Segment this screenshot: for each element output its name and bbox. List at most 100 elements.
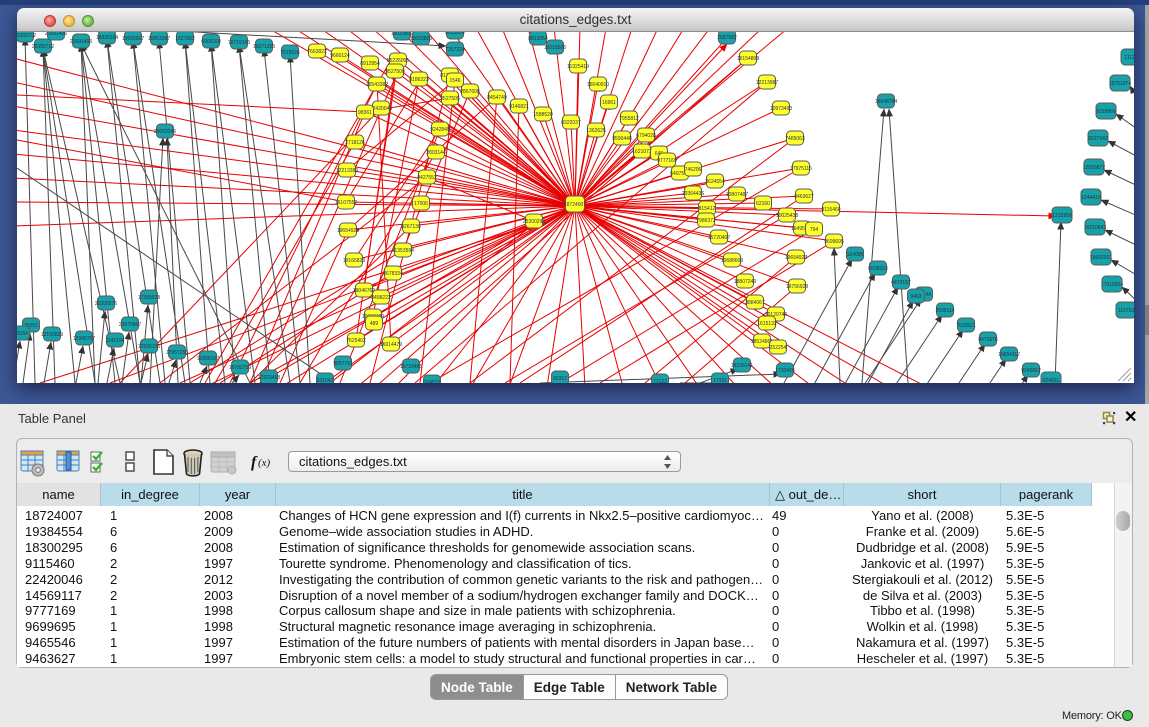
svg-text:9590448: 9590448 (612, 136, 632, 142)
svg-text:116753: 116753 (1118, 308, 1134, 314)
svg-text:7625402: 7625402 (346, 338, 366, 344)
svg-text:1621072: 1621072 (632, 149, 652, 155)
svg-text:16154808: 16154808 (737, 56, 759, 62)
svg-text:16648784: 16648784 (875, 99, 897, 105)
svg-text:20355712: 20355712 (32, 44, 54, 50)
svg-text:15720407: 15720407 (708, 235, 730, 241)
svg-text:19166829: 19166829 (343, 258, 365, 264)
svg-text:924561: 924561 (1043, 378, 1060, 383)
svg-text:15716485: 15716485 (400, 364, 422, 370)
svg-text:3624554: 3624554 (705, 179, 725, 185)
svg-text:2935114: 2935114 (935, 308, 954, 314)
svg-text:f: f (251, 454, 258, 471)
svg-text:9857791: 9857791 (333, 361, 353, 367)
svg-text:9146821: 9146821 (509, 104, 529, 110)
svg-text:17975115: 17975115 (790, 166, 812, 172)
svg-text:9115460: 9115460 (821, 207, 840, 213)
svg-text:2867608: 2867608 (460, 89, 480, 95)
svg-text:12213389: 12213389 (336, 168, 358, 174)
svg-text:12942757: 12942757 (73, 336, 95, 342)
svg-text:2803144: 2803144 (426, 150, 446, 156)
svg-text:2718126: 2718126 (345, 140, 365, 146)
svg-text:7357224: 7357224 (445, 47, 465, 53)
svg-text:(x): (x) (258, 457, 271, 469)
svg-text:12505135: 12505135 (138, 344, 160, 350)
svg-text:1527602: 1527602 (175, 36, 195, 42)
svg-text:15751074: 15751074 (1109, 81, 1131, 87)
svg-text:9660124: 9660124 (330, 53, 350, 59)
svg-text:12156829: 12156829 (41, 332, 63, 338)
svg-text:104522: 104522 (424, 380, 441, 383)
svg-text:8938923: 8938923 (868, 266, 888, 272)
svg-text:7663822: 7663822 (307, 49, 327, 55)
svg-text:12213987: 12213987 (756, 80, 778, 86)
svg-text:16543382: 16543382 (366, 82, 388, 88)
svg-text:20355712: 20355712 (17, 33, 36, 39)
svg-text:12923468: 12923468 (258, 375, 280, 381)
svg-text:16033809: 16033809 (410, 36, 432, 42)
svg-text:10654112: 10654112 (998, 352, 1020, 358)
svg-text:1546: 1546 (449, 78, 460, 84)
svg-text:18839194: 18839194 (96, 35, 118, 41)
svg-text:98361: 98361 (358, 110, 372, 116)
svg-text:489: 489 (370, 321, 379, 327)
svg-text:15136141: 15136141 (731, 363, 753, 369)
svg-text:164095: 164095 (847, 252, 864, 258)
svg-text:18807249: 18807249 (734, 279, 756, 285)
svg-text:16914479: 16914479 (380, 342, 402, 348)
svg-text:7515526: 7515526 (280, 50, 300, 56)
svg-text:9463: 9463 (910, 294, 921, 300)
svg-text:21691406: 21691406 (45, 32, 67, 37)
svg-text:19654925: 19654925 (337, 228, 359, 234)
svg-text:16671355: 16671355 (253, 44, 275, 50)
svg-text:12093872: 12093872 (1083, 165, 1105, 171)
svg-text:10958107: 10958107 (197, 356, 219, 362)
svg-text:19046769: 19046769 (353, 288, 375, 294)
svg-text:10688609: 10688609 (721, 258, 743, 264)
svg-text:55226055: 55226055 (387, 58, 409, 64)
svg-text:1733426: 1733426 (775, 368, 795, 374)
svg-text:7632621: 7632621 (956, 323, 976, 329)
svg-text:3884067: 3884067 (745, 300, 765, 306)
svg-text:62160: 62160 (756, 201, 770, 207)
svg-text:17359928: 17359928 (138, 295, 160, 301)
svg-text:23975867: 23975867 (119, 322, 141, 328)
svg-text:1588520: 1588520 (533, 112, 553, 118)
svg-text:20364436: 20364436 (682, 191, 704, 197)
svg-text:9227342: 9227342 (1088, 136, 1108, 142)
svg-text:17331: 17331 (713, 378, 727, 383)
svg-text:19654923: 19654923 (785, 255, 807, 261)
svg-text:7485063: 7485063 (785, 136, 805, 142)
svg-text:9777169: 9777169 (657, 158, 677, 164)
svg-text:8186323: 8186323 (409, 77, 429, 83)
svg-text:8322037: 8322037 (561, 120, 581, 126)
svg-text:9245652: 9245652 (1021, 368, 1041, 374)
svg-text:8471676: 8471676 (978, 337, 998, 343)
svg-text:8678334: 8678334 (383, 271, 403, 277)
svg-text:1615132: 1615132 (757, 321, 777, 327)
svg-text:39154: 39154 (17, 331, 28, 337)
svg-text:1215958: 1215958 (1052, 213, 1072, 219)
svg-text:252254: 252254 (770, 345, 787, 351)
svg-text:7986372: 7986372 (696, 218, 716, 224)
svg-text:1362625: 1362625 (586, 128, 606, 134)
svg-text:931542: 931542 (317, 378, 334, 383)
svg-text:6794028: 6794028 (636, 133, 656, 139)
svg-text:7955812: 7955812 (619, 116, 639, 122)
svg-text:815412: 815412 (699, 206, 716, 212)
svg-text:20053346: 20053346 (154, 129, 176, 135)
svg-text:11325419: 11325419 (567, 64, 589, 70)
svg-text:16210643: 16210643 (1084, 225, 1106, 231)
svg-text:17006: 17006 (414, 201, 428, 207)
svg-text:10973493: 10973493 (770, 106, 792, 112)
svg-text:8912954: 8912954 (360, 61, 380, 67)
svg-text:9699695: 9699695 (824, 239, 844, 245)
svg-text:2087682: 2087682 (717, 35, 737, 41)
svg-text:746206: 746206 (685, 167, 702, 173)
svg-text:95312: 95312 (553, 376, 567, 382)
svg-text:17957255: 17957255 (166, 350, 188, 356)
svg-text:10025438: 10025438 (776, 213, 798, 219)
svg-text:8267130: 8267130 (401, 224, 421, 230)
svg-text:16782759: 16782759 (229, 365, 251, 371)
svg-text:8427552: 8427552 (417, 175, 437, 181)
